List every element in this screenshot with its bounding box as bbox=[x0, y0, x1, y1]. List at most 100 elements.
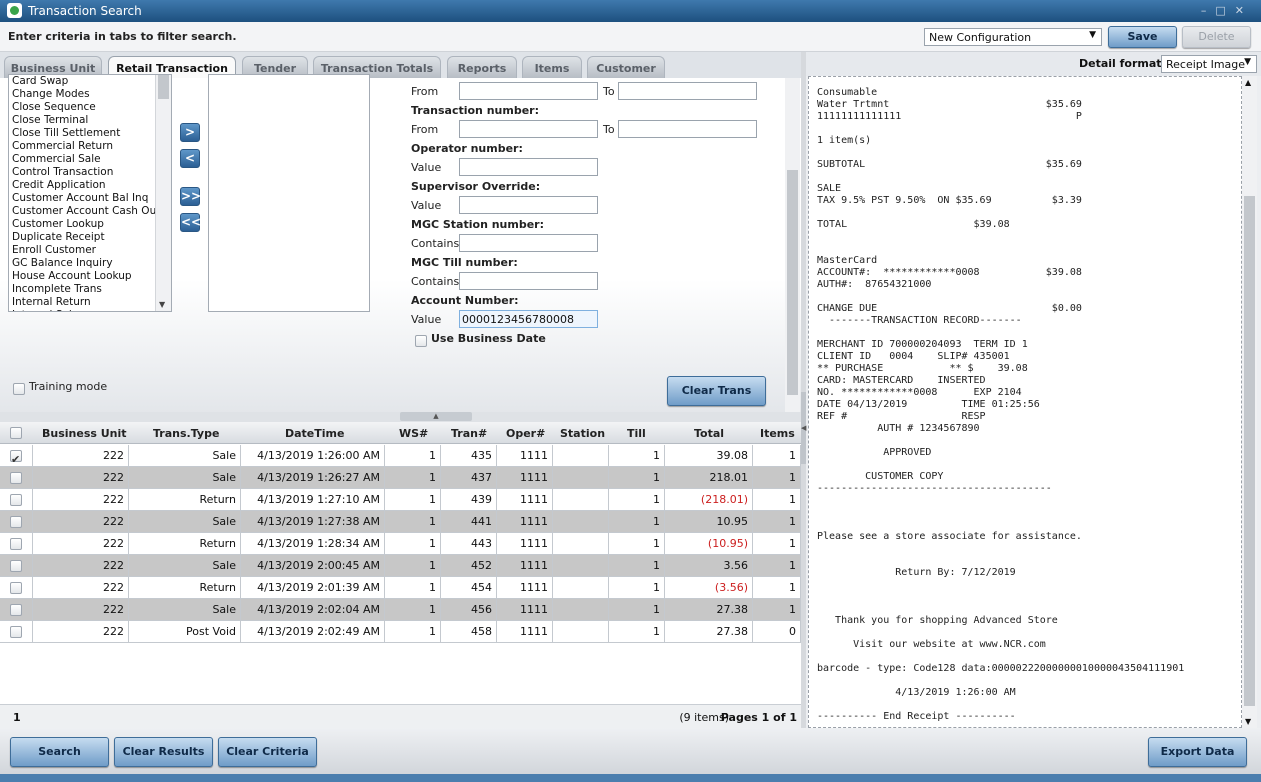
date-from-input[interactable] bbox=[459, 82, 598, 100]
row-checkbox-cell[interactable] bbox=[0, 445, 33, 467]
type-list-item[interactable]: Internal Sale bbox=[9, 309, 157, 311]
type-list-item[interactable]: Close Sequence bbox=[9, 101, 157, 114]
available-types-list[interactable]: Card Swap Change Modes Close Sequence Close… bbox=[8, 74, 172, 312]
table-row[interactable]: 222 Sale 4/13/2019 1:26:27 AM 1 437 1111 1 218.… bbox=[0, 467, 801, 489]
col-ws[interactable]: WS# bbox=[399, 427, 428, 440]
date-to-input[interactable] bbox=[618, 82, 757, 100]
table-row[interactable]: 222 Return 4/13/2019 1:27:10 AM 1 439 1111 1 (2… bbox=[0, 489, 801, 511]
row-checkbox-cell[interactable] bbox=[0, 533, 33, 555]
mgc-station-input[interactable] bbox=[459, 234, 598, 252]
operator-input[interactable] bbox=[459, 158, 598, 176]
tab-reports[interactable]: Reports bbox=[447, 56, 517, 78]
col-till[interactable]: Till bbox=[627, 427, 646, 440]
horizontal-splitter[interactable]: ▲ bbox=[0, 412, 801, 422]
row-checkbox[interactable] bbox=[10, 516, 22, 528]
col-items[interactable]: Items bbox=[760, 427, 795, 440]
move-left-button[interactable]: < bbox=[180, 149, 200, 168]
row-checkbox-cell[interactable] bbox=[0, 555, 33, 577]
row-checkbox[interactable] bbox=[10, 582, 22, 594]
move-all-left-button[interactable]: << bbox=[180, 213, 201, 232]
row-checkbox-cell[interactable] bbox=[0, 489, 33, 511]
col-oper[interactable]: Oper# bbox=[506, 427, 545, 440]
col-trans-type[interactable]: Trans.Type bbox=[153, 427, 219, 440]
supervisor-input[interactable] bbox=[459, 196, 598, 214]
table-row[interactable]: 222 Sale 4/13/2019 1:27:38 AM 1 441 1111 1 10.9… bbox=[0, 511, 801, 533]
type-list-item[interactable]: Enroll Customer bbox=[9, 244, 157, 257]
col-tran[interactable]: Tran# bbox=[451, 427, 487, 440]
type-list-item[interactable]: Duplicate Receipt bbox=[9, 231, 157, 244]
selected-types-list[interactable] bbox=[208, 74, 370, 312]
clear-results-button[interactable]: Clear Results bbox=[114, 737, 213, 767]
vertical-splitter[interactable]: ◀ bbox=[801, 52, 806, 728]
maximize-icon[interactable]: □ bbox=[1215, 4, 1234, 17]
row-checkbox[interactable] bbox=[10, 472, 22, 484]
type-list-item[interactable]: Incomplete Trans bbox=[9, 283, 157, 296]
type-list-item[interactable]: Credit Application bbox=[9, 179, 157, 192]
clear-criteria-button[interactable]: Clear Criteria bbox=[218, 737, 317, 767]
configuration-select[interactable]: New Configuration ▼ bbox=[924, 28, 1102, 46]
type-list-item[interactable]: Internal Return bbox=[9, 296, 157, 309]
table-row[interactable]: 222 Post Void 4/13/2019 2:02:49 AM 1 458 1111… bbox=[0, 621, 801, 643]
txn-from-input[interactable] bbox=[459, 120, 598, 138]
mgc-till-input[interactable] bbox=[459, 272, 598, 290]
collapse-left-icon[interactable]: ◀ bbox=[801, 392, 806, 464]
type-list-item[interactable]: Customer Lookup bbox=[9, 218, 157, 231]
collapse-up-icon[interactable]: ▲ bbox=[400, 412, 472, 421]
table-row[interactable]: 222 Sale 4/13/2019 2:02:04 AM 1 456 1111 1 27.3… bbox=[0, 599, 801, 621]
account-number-input[interactable]: 0000123456780008 bbox=[459, 310, 598, 328]
row-checkbox[interactable] bbox=[10, 560, 22, 572]
move-all-right-button[interactable]: >> bbox=[180, 187, 201, 206]
move-right-button[interactable]: > bbox=[180, 123, 200, 142]
window-controls[interactable]: –□✕ bbox=[1201, 4, 1253, 17]
row-checkbox[interactable] bbox=[10, 449, 22, 467]
table-row[interactable]: 222 Return 4/13/2019 1:28:34 AM 1 443 1111 1 (1… bbox=[0, 533, 801, 555]
type-list-item[interactable]: Customer Account Cash Out bbox=[9, 205, 160, 218]
txn-to-input[interactable] bbox=[618, 120, 757, 138]
type-list-item[interactable]: Close Terminal bbox=[9, 114, 157, 127]
close-icon[interactable]: ✕ bbox=[1235, 4, 1253, 17]
type-list-item[interactable]: Close Till Settlement bbox=[9, 127, 157, 140]
type-list-item[interactable]: GC Balance Inquiry bbox=[9, 257, 157, 270]
export-data-button[interactable]: Export Data bbox=[1148, 737, 1247, 767]
table-row[interactable]: 222 Return 4/13/2019 2:01:39 AM 1 454 1111 1 (3… bbox=[0, 577, 801, 599]
use-business-date-checkbox[interactable] bbox=[415, 335, 427, 347]
receipt-scrollbar[interactable]: ▲ ▼ bbox=[1242, 76, 1257, 728]
row-checkbox[interactable] bbox=[10, 538, 22, 550]
col-total[interactable]: Total bbox=[694, 427, 724, 440]
row-checkbox[interactable] bbox=[10, 604, 22, 616]
row-checkbox[interactable] bbox=[10, 626, 22, 638]
detail-format-select[interactable]: Receipt Image ▼ bbox=[1161, 55, 1257, 73]
type-list-item[interactable]: House Account Lookup bbox=[9, 270, 157, 283]
row-checkbox-cell[interactable] bbox=[0, 599, 33, 621]
type-list-item[interactable]: Change Modes bbox=[9, 88, 157, 101]
col-business-unit[interactable]: Business Unit bbox=[42, 427, 127, 440]
training-mode-checkbox[interactable] bbox=[13, 383, 25, 395]
table-row[interactable]: 222Sale4/13/2019 1:26:00 AM14351111139.0… bbox=[0, 445, 801, 467]
select-all-checkbox[interactable] bbox=[10, 427, 22, 439]
col-datetime[interactable]: DateTime bbox=[285, 427, 344, 440]
available-types-scrollbar[interactable]: ▼ bbox=[155, 75, 171, 311]
table-row[interactable]: 222 Sale 4/13/2019 2:00:45 AM 1 452 1111 1 3.56… bbox=[0, 555, 801, 577]
criteria-scrollbar[interactable] bbox=[785, 78, 800, 414]
type-list-item[interactable]: Card Swap bbox=[9, 75, 157, 88]
search-button[interactable]: Search bbox=[10, 737, 109, 767]
row-checkbox-cell[interactable] bbox=[0, 511, 33, 533]
scroll-up-icon[interactable]: ▲ bbox=[1245, 78, 1251, 87]
scroll-down-icon[interactable]: ▼ bbox=[159, 300, 165, 309]
type-list-item[interactable]: Control Transaction bbox=[9, 166, 157, 179]
type-list-item[interactable]: Customer Account Bal Inq bbox=[9, 192, 157, 205]
save-button[interactable]: Save bbox=[1108, 26, 1177, 48]
tab-customer[interactable]: Customer bbox=[587, 56, 665, 78]
delete-button[interactable]: Delete bbox=[1182, 26, 1251, 48]
row-checkbox-cell[interactable] bbox=[0, 577, 33, 599]
type-list-item[interactable]: Commercial Return bbox=[9, 140, 157, 153]
row-checkbox[interactable] bbox=[10, 494, 22, 506]
tab-items[interactable]: Items bbox=[522, 56, 582, 78]
clear-trans-button[interactable]: Clear Trans bbox=[667, 376, 766, 406]
row-checkbox-cell[interactable] bbox=[0, 467, 33, 489]
scroll-down-icon[interactable]: ▼ bbox=[1245, 717, 1251, 726]
type-list-item[interactable]: Commercial Sale bbox=[9, 153, 157, 166]
minimize-icon[interactable]: – bbox=[1201, 4, 1216, 17]
row-checkbox-cell[interactable] bbox=[0, 621, 33, 643]
col-station[interactable]: Station bbox=[560, 427, 605, 440]
